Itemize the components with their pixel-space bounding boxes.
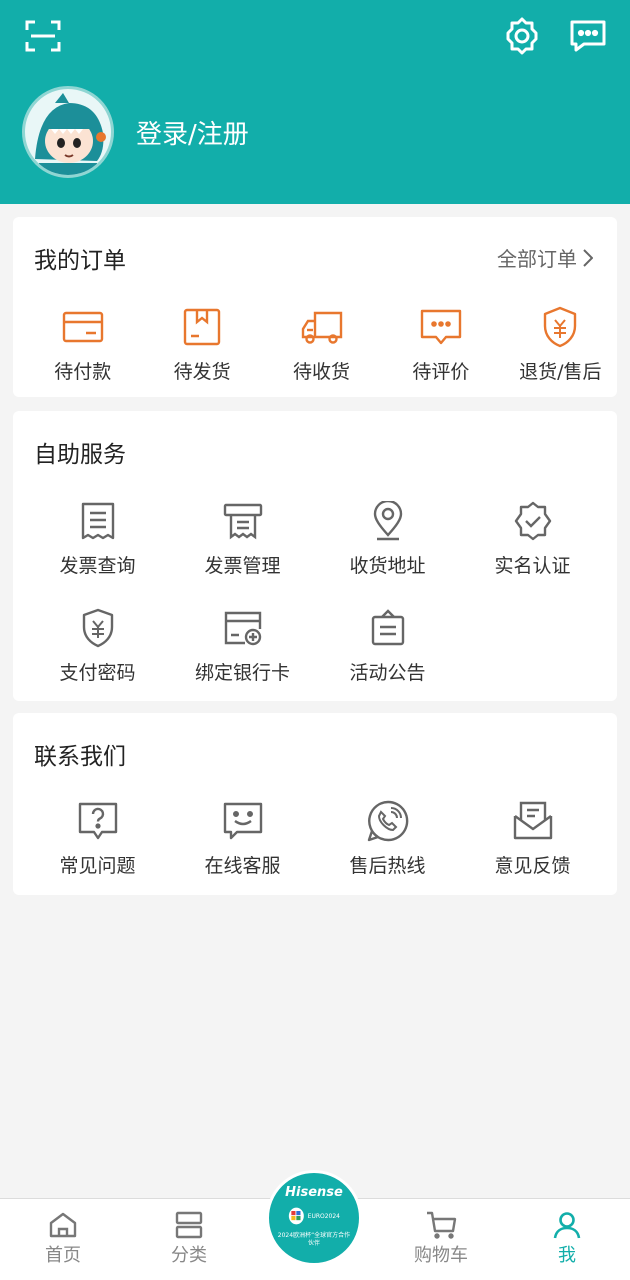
notice-icon <box>366 606 410 650</box>
service-invoice-manage[interactable]: 发票管理 <box>170 499 315 578</box>
service-real-name[interactable]: 实名认证 <box>460 499 605 578</box>
scan-icon[interactable] <box>21 14 65 58</box>
service-label: 收货地址 <box>349 555 426 577</box>
tab-me-label: 我 <box>558 1245 576 1266</box>
tab-cart-label: 购物车 <box>414 1245 468 1266</box>
euro-text: EURO2024 <box>307 1212 340 1220</box>
order-pending-payment[interactable]: 待付款 <box>26 305 139 384</box>
category-icon <box>175 1211 203 1239</box>
order-label: 待收货 <box>293 361 351 383</box>
partner-caption: 2024欧洲杯“全球官方合作伙伴 <box>277 1232 351 1247</box>
feedback-mail-icon <box>511 799 555 843</box>
order-pending-shipment[interactable]: 待发货 <box>145 305 258 384</box>
invoice-icon <box>76 499 120 543</box>
user-icon <box>553 1212 581 1239</box>
contact-label: 常见问题 <box>59 855 136 877</box>
order-refund-aftersale[interactable]: 退货/售后 <box>504 305 617 384</box>
tab-cart[interactable]: 购物车 <box>396 1211 486 1267</box>
tab-category-label: 分类 <box>171 1245 207 1266</box>
contact-faq[interactable]: 常见问题 <box>25 799 170 878</box>
order-label: 待发货 <box>173 361 231 383</box>
invoice-printer-icon <box>221 499 265 543</box>
cart-icon <box>427 1211 457 1239</box>
bank-card-add-icon <box>221 606 265 650</box>
login-register-link[interactable]: 登录/注册 <box>136 114 249 151</box>
verified-badge-icon <box>511 499 555 543</box>
home-icon <box>49 1212 77 1238</box>
order-pending-review[interactable]: 待评价 <box>384 305 497 384</box>
contact-label: 意见反馈 <box>494 855 571 877</box>
service-label: 发票查询 <box>59 555 136 577</box>
my-orders-card: 我的订单 全部订单 待付款 待发货 待收货 待评价 退货/售后 <box>13 217 617 397</box>
contact-card: 联系我们 常见问题 在线客服 售后热线 意见反馈 <box>13 713 617 895</box>
service-shipping-address[interactable]: 收货地址 <box>315 499 460 578</box>
tab-home-label: 首页 <box>45 1245 81 1266</box>
service-label: 实名认证 <box>494 555 571 577</box>
order-label: 待评价 <box>412 361 470 383</box>
chat-smile-icon <box>221 799 265 843</box>
location-pin-icon <box>366 499 410 543</box>
self-service-card: 自助服务 发票查询 发票管理 收货地址 实名认证 支付密码 绑定银行卡 活动公告 <box>13 411 617 701</box>
question-icon <box>76 799 120 843</box>
tab-me[interactable]: 我 <box>522 1211 612 1267</box>
order-pending-receipt[interactable]: 待收货 <box>265 305 378 384</box>
euro-logo: EURO2024 <box>288 1204 340 1228</box>
gear-icon[interactable] <box>500 14 544 58</box>
brand-logo-text: Hisense <box>285 1185 343 1200</box>
order-label: 待付款 <box>54 361 112 383</box>
payment-shield-icon <box>76 606 120 650</box>
card-icon <box>61 305 105 349</box>
service-label: 绑定银行卡 <box>194 662 290 684</box>
contact-aftersale-hotline[interactable]: 售后热线 <box>315 799 460 878</box>
phone-icon <box>366 799 410 843</box>
service-label: 活动公告 <box>349 662 426 684</box>
service-payment-password[interactable]: 支付密码 <box>25 606 170 685</box>
service-announcements[interactable]: 活动公告 <box>315 606 460 685</box>
orders-title: 我的订单 <box>34 248 126 274</box>
all-orders-label: 全部订单 <box>497 247 577 271</box>
center-promo-button[interactable]: Hisense EURO2024 2024欧洲杯“全球官方合作伙伴 <box>266 1170 362 1266</box>
tab-category[interactable]: 分类 <box>144 1211 234 1267</box>
services-title: 自助服务 <box>34 442 126 468</box>
truck-icon <box>300 305 344 349</box>
tab-home[interactable]: 首页 <box>18 1211 108 1267</box>
service-invoice-query[interactable]: 发票查询 <box>25 499 170 578</box>
all-orders-link[interactable]: 全部订单 <box>497 243 593 272</box>
contact-label: 售后热线 <box>349 855 426 877</box>
chevron-right-icon <box>583 248 593 267</box>
refund-shield-icon <box>538 305 582 349</box>
contact-label: 在线客服 <box>204 855 281 877</box>
box-icon <box>180 305 224 349</box>
message-icon[interactable] <box>566 14 610 58</box>
order-label: 退货/售后 <box>519 361 602 383</box>
avatar[interactable] <box>22 86 114 178</box>
trophy-icon <box>288 1207 304 1225</box>
service-label: 支付密码 <box>59 662 136 684</box>
contact-feedback[interactable]: 意见反馈 <box>460 799 605 878</box>
contact-online-service[interactable]: 在线客服 <box>170 799 315 878</box>
contact-title: 联系我们 <box>34 744 126 770</box>
service-bind-bank-card[interactable]: 绑定银行卡 <box>170 606 315 685</box>
comment-icon <box>419 305 463 349</box>
service-label: 发票管理 <box>204 555 281 577</box>
profile-header: 登录/注册 <box>0 0 630 204</box>
